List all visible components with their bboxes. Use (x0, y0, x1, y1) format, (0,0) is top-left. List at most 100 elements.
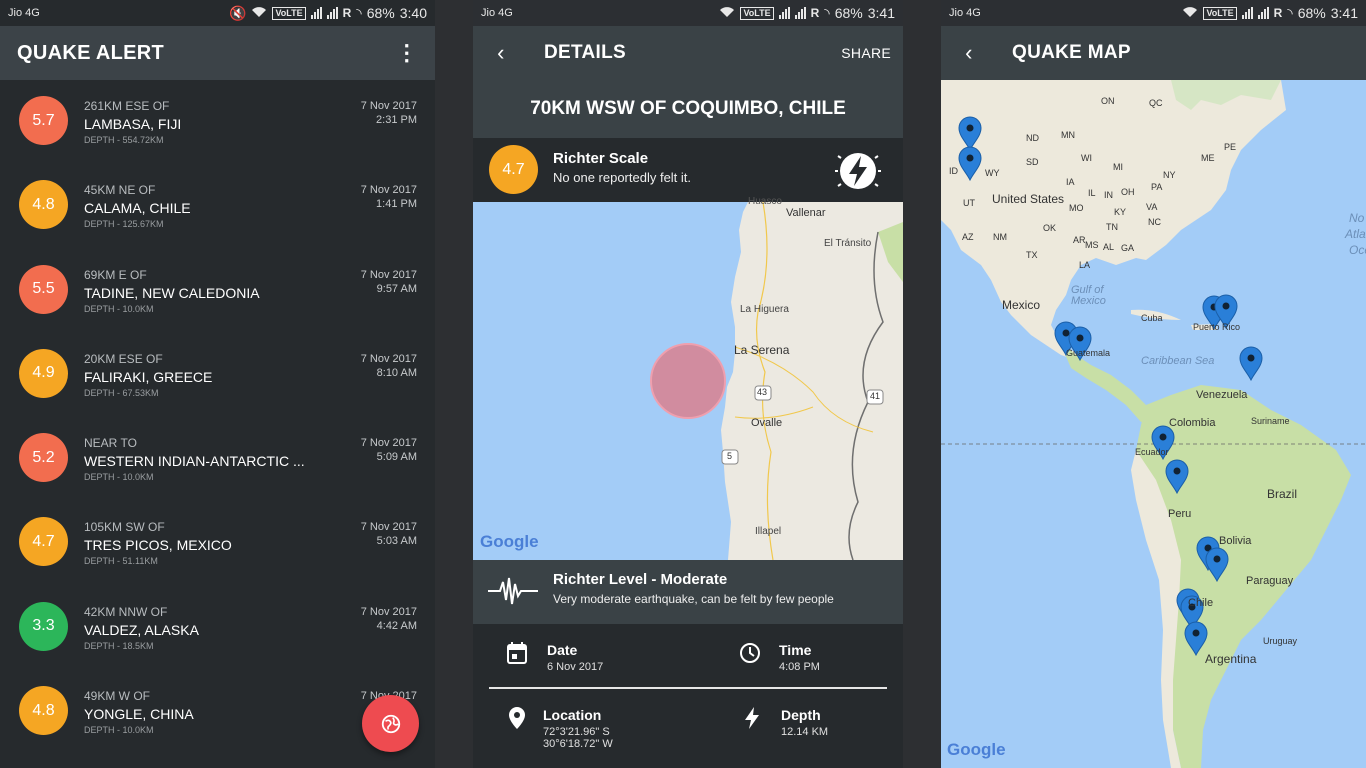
battery-label: 68% (1297, 5, 1326, 21)
map-label-la-serena: La Serena (734, 343, 790, 357)
details-divider (489, 687, 887, 689)
map-label-mexico: Mexico (1002, 298, 1041, 312)
map-label-uruguay: Uruguay (1263, 636, 1298, 646)
epicenter-map[interactable]: Huasco Vallenar El Tránsito La Higuera L… (473, 196, 903, 561)
wifi-icon (719, 5, 735, 21)
quake-list-item[interactable]: 5.5 69KM E OF TADINE, NEW CALEDONIA DEPT… (0, 249, 435, 333)
quake-distance: 42KM NNW OF (84, 604, 168, 619)
app-bar: ‹ QUAKE MAP (941, 26, 1366, 80)
quake-list-item[interactable]: 5.7 261KM ESE OF LAMBASA, FIJI DEPTH - 5… (0, 80, 435, 164)
richter-scale-bar: 4.7 Richter Scale No one reportedly felt… (473, 138, 903, 202)
map-label-no: No (1349, 211, 1365, 225)
back-arrow-icon[interactable]: ‹ (473, 40, 529, 66)
quake-list-item[interactable]: 5.2 NEAR TO WESTERN INDIAN-ANTARCTIC ...… (0, 417, 435, 501)
route-43-label: 43 (757, 387, 768, 397)
location-lat: 72°3'21.96" S (543, 726, 610, 738)
quake-place: TRES PICOS, MEXICO (84, 537, 232, 554)
map-label-us: United States (992, 192, 1065, 206)
map-title: QUAKE MAP (1012, 42, 1131, 63)
map-label-cuba: Cuba (1141, 313, 1163, 323)
map-label-colombia: Colombia (1169, 417, 1216, 429)
world-quake-map[interactable]: ON QC ND MN ME PE SD WI MI NY ID WY IA OH PA IN IL UT Unit… (941, 80, 1366, 768)
quake-time: 8:10 AM (376, 366, 417, 379)
details-title: DETAILS (544, 42, 626, 63)
map-label-pa: PA (1151, 182, 1163, 192)
map-label-mo: MO (1069, 203, 1084, 213)
quake-distance: 20KM ESE OF (84, 351, 163, 366)
status-icons: VoLTE R ◝ 68% 3:41 (1182, 5, 1358, 22)
sync-icon: ◝ (1287, 4, 1293, 21)
location-info: Location 72°3'21.96" S 30°6'18.72" W (509, 707, 699, 750)
map-label-in: IN (1104, 190, 1113, 200)
quake-distance: 261KM ESE OF (84, 99, 170, 113)
quake-depth: DEPTH - 554.72KM (84, 135, 164, 145)
time-label: Time (779, 642, 812, 658)
quake-distance: 69KM E OF (84, 267, 147, 282)
magnitude-badge: 4.8 (19, 686, 68, 736)
map-label-paraguay: Paraguay (1246, 575, 1294, 587)
quake-time: 1:41 PM (376, 198, 417, 211)
map-label-me: ME (1201, 153, 1215, 163)
status-bar: Jio 4G VoLTE R ◝ 68% 3:41 (473, 0, 903, 26)
quake-date: 7 Nov 2017 (360, 268, 417, 281)
volte-badge: VoLTE (272, 6, 306, 20)
quake-list-item[interactable]: 4.8 45KM NE OF CALAMA, CHILE DEPTH - 125… (0, 164, 435, 248)
quake-date: 7 Nov 2017 (360, 352, 417, 365)
map-label-ny: NY (1163, 170, 1176, 180)
quake-place: TADINE, NEW CALEDONIA (84, 284, 260, 301)
lightning-icon (745, 707, 759, 729)
battery-label: 68% (366, 5, 395, 21)
status-bar: Jio 4G VoLTE R ◝ 68% 3:41 (941, 0, 1366, 26)
wifi-icon (251, 5, 267, 21)
location-lon: 30°6'18.72" W (543, 738, 613, 750)
quake-place: FALIRAKI, GREECE (84, 368, 213, 385)
sync-icon: ◝ (824, 4, 830, 21)
quake-date: 7 Nov 2017 (360, 184, 417, 197)
magnitude-badge: 4.7 (19, 517, 68, 567)
quake-list-item[interactable]: 4.9 20KM ESE OF FALIRAKI, GREECE DEPTH -… (0, 333, 435, 417)
share-button[interactable]: SHARE (841, 45, 891, 61)
quake-depth: DEPTH - 10.0KM (84, 472, 154, 483)
roaming-label: R (810, 6, 820, 20)
quake-datetime: 7 Nov 2017 5:03 AM (361, 520, 417, 548)
map-label-ut: UT (963, 198, 975, 208)
map-label-mexico-gulf: Mexico (1071, 295, 1106, 307)
volte-badge: VoLTE (740, 6, 774, 20)
quake-date: 7 Nov 2017 (360, 605, 417, 618)
map-label-mi: MI (1113, 162, 1123, 172)
battery-label: 68% (834, 5, 863, 21)
map-label-ovalle: Ovalle (751, 417, 783, 429)
quake-depth: DEPTH - 51.11KM (84, 556, 158, 567)
map-label-qc: QC (1149, 98, 1163, 108)
map-label-nd: ND (1026, 133, 1039, 143)
quake-depth: DEPTH - 10.0KM (84, 725, 154, 736)
clock: 3:40 (399, 5, 427, 21)
signal-icon (1257, 7, 1269, 19)
quake-datetime: 7 Nov 2017 8:10 AM (361, 352, 417, 380)
more-vert-icon[interactable]: ⋮ (396, 42, 418, 64)
date-value: 6 Nov 2017 (547, 661, 604, 673)
quake-datetime: 7 Nov 2017 4:42 AM (361, 605, 417, 633)
carrier-label: Jio 4G (949, 7, 981, 19)
back-arrow-icon[interactable]: ‹ (941, 40, 997, 66)
quake-place: CALAMA, CHILE (84, 200, 191, 217)
map-label-va: VA (1146, 202, 1158, 212)
magnitude-badge: 4.9 (19, 348, 68, 398)
map-label-pe: PE (1224, 142, 1237, 152)
map-label-ar: AR (1073, 235, 1086, 245)
quake-place: WESTERN INDIAN-ANTARCTIC ... (84, 453, 305, 470)
map-label-ga: GA (1121, 243, 1135, 253)
carrier-label: Jio 4G (481, 7, 513, 19)
app-title: QUAKE ALERT (17, 41, 165, 64)
map-label-argentina: Argentina (1205, 652, 1257, 666)
quake-list-item[interactable]: 3.3 42KM NNW OF VALDEZ, ALASKA DEPTH - 1… (0, 586, 435, 670)
globe-map-button[interactable] (362, 695, 419, 752)
map-label-il: IL (1088, 188, 1096, 198)
quake-list-item[interactable]: 4.7 105KM SW OF TRES PICOS, MEXICO DEPTH… (0, 501, 435, 585)
signal-icon (1241, 7, 1253, 19)
map-label-nc: NC (1148, 217, 1161, 227)
calendar-icon (507, 642, 527, 664)
map-label-el-transito: El Tránsito (824, 238, 872, 249)
map-label-caribbean: Caribbean Sea (1141, 355, 1215, 367)
quake-datetime: 7 Nov 2017 1:41 PM (361, 183, 417, 211)
